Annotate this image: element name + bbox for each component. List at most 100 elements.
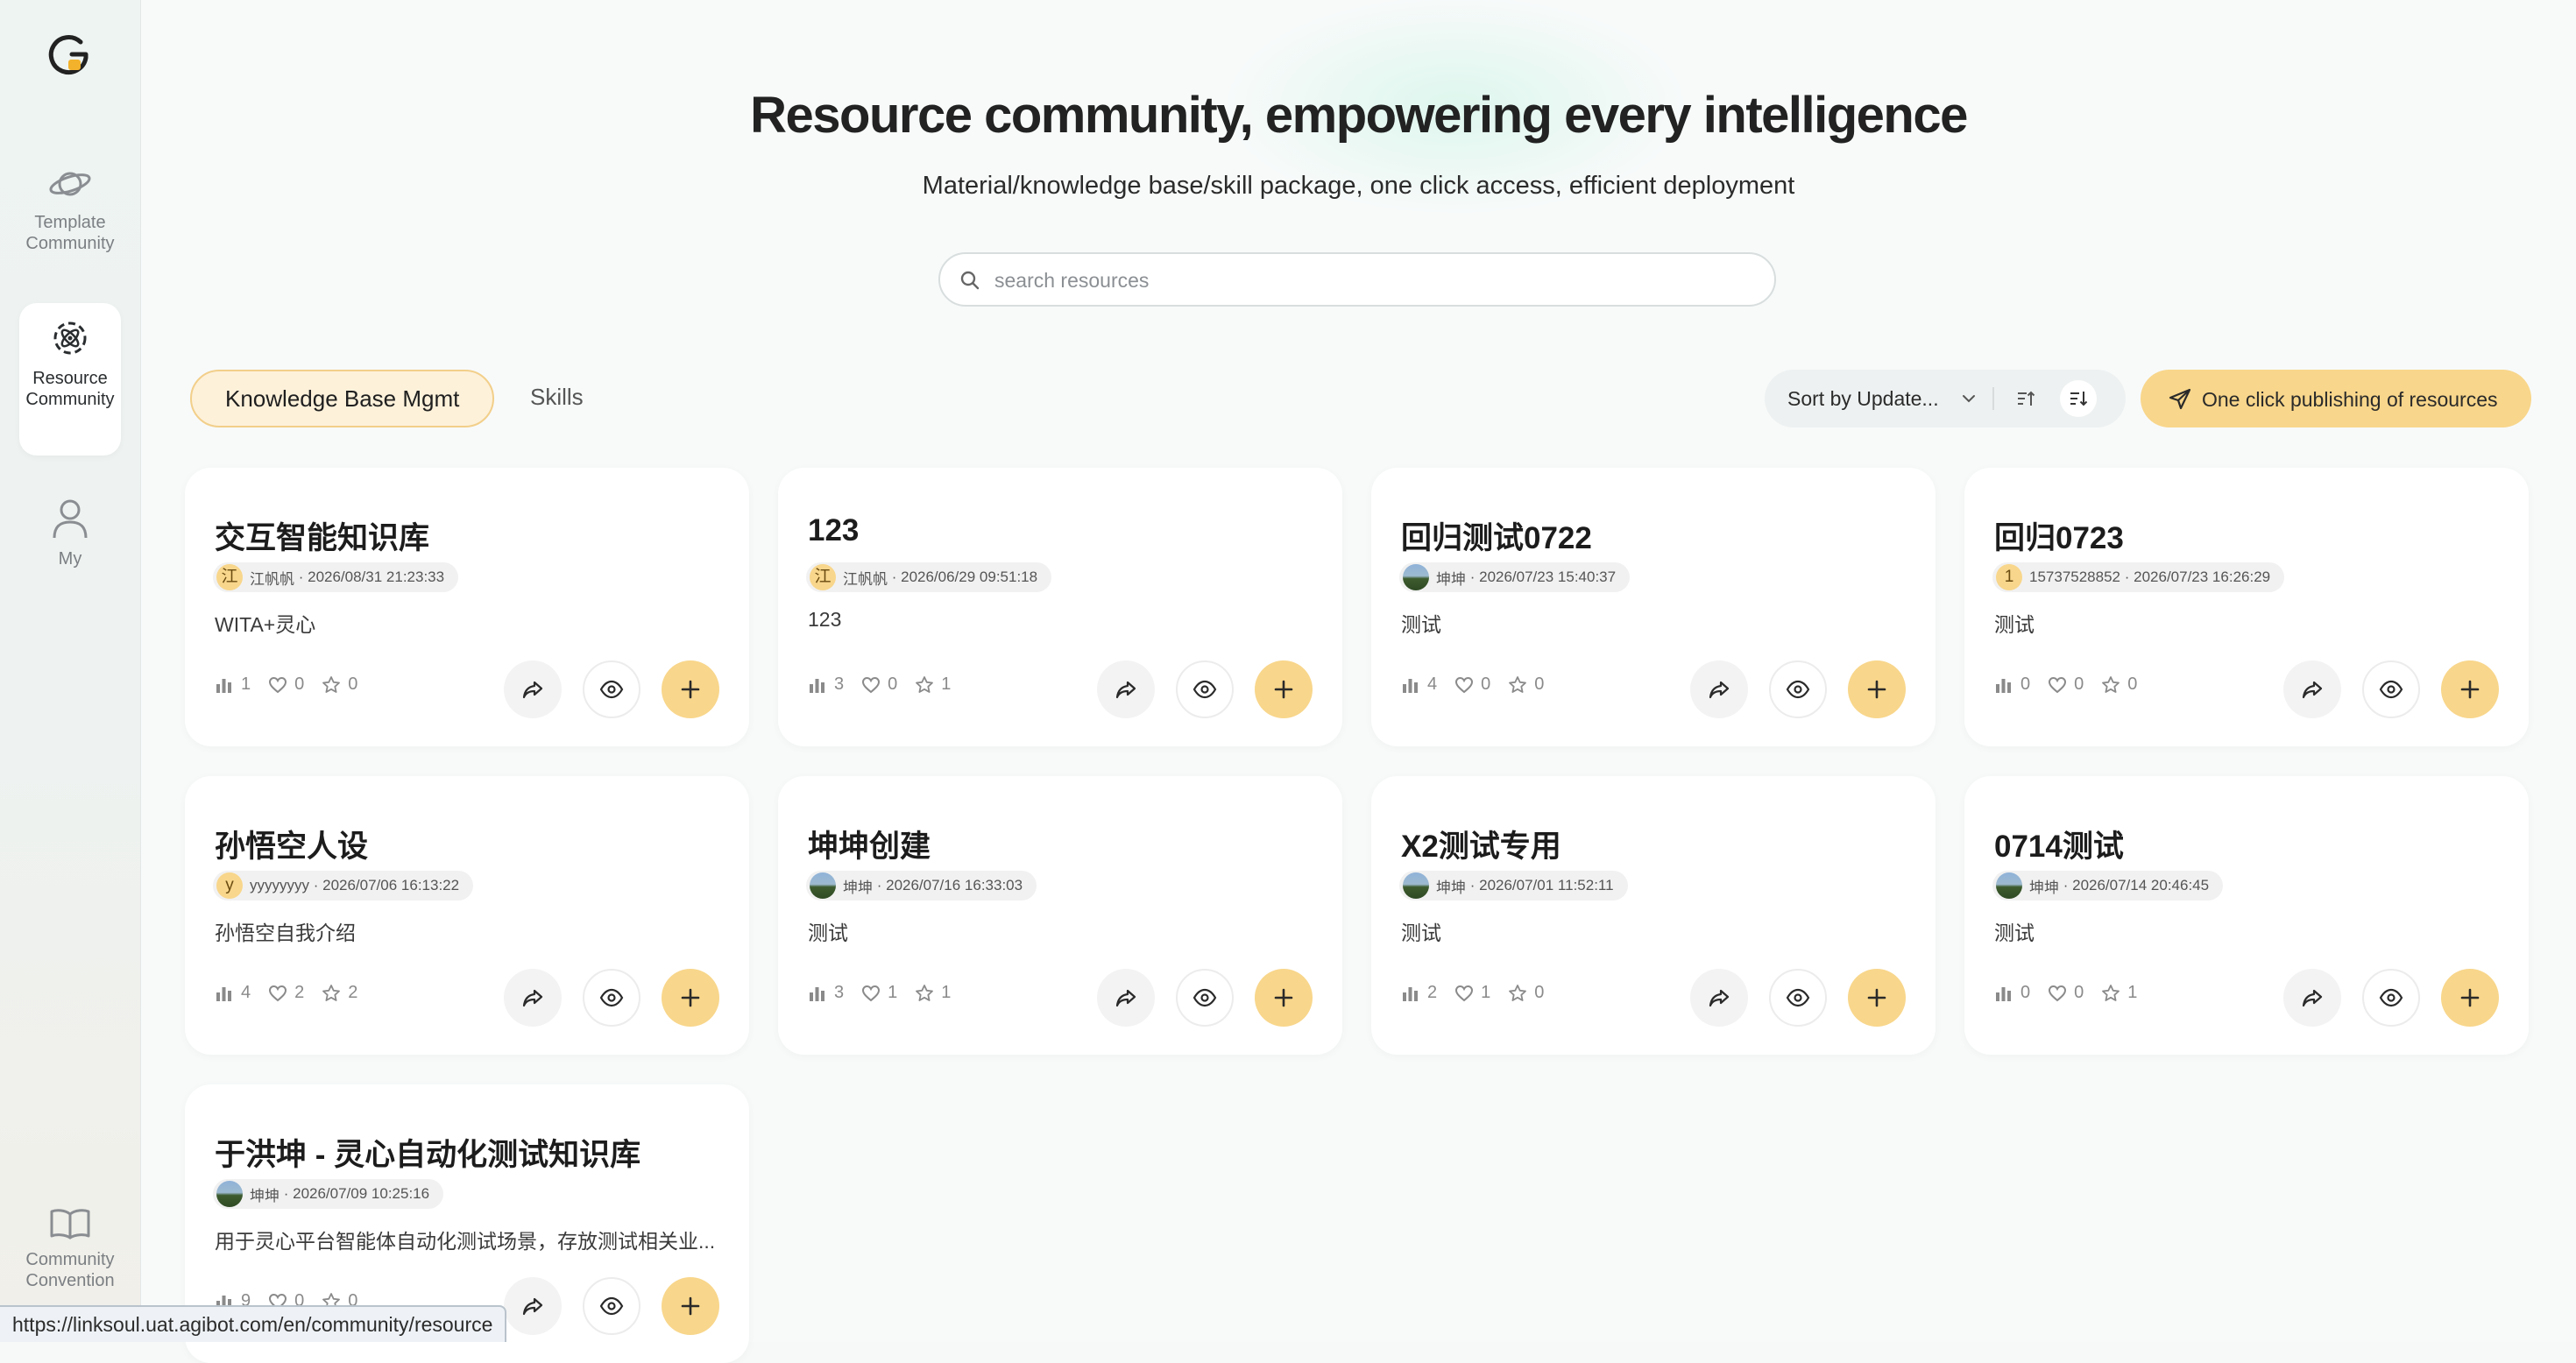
sort-ascending-button[interactable] bbox=[2007, 380, 2044, 417]
send-icon bbox=[2169, 388, 2191, 410]
meta-separator: · bbox=[2059, 877, 2073, 893]
add-button[interactable] bbox=[1848, 660, 1906, 718]
preview-button[interactable] bbox=[583, 969, 640, 1027]
preview-button[interactable] bbox=[583, 660, 640, 718]
meta-separator: · bbox=[1466, 877, 1480, 893]
bar-chart-icon bbox=[216, 678, 231, 693]
resource-card[interactable]: X2测试专用 坤坤 · 2026/07/01 11:52:11 测试 2 1 0 bbox=[1371, 776, 1936, 1055]
view-count: 3 bbox=[808, 674, 844, 695]
heart-icon bbox=[2049, 985, 2067, 1001]
resource-card[interactable]: 0714测试 坤坤 · 2026/07/14 20:46:45 测试 0 0 1 bbox=[1964, 776, 2529, 1055]
card-description: 测试 bbox=[1401, 922, 1441, 944]
page-title: Resource community, empowering every int… bbox=[750, 87, 1968, 144]
eye-icon bbox=[599, 988, 624, 1007]
card-title: 回归0723 bbox=[1994, 521, 2124, 555]
avatar: 江 bbox=[216, 564, 243, 590]
resource-card[interactable]: 孙悟空人设 y yyyyyyyy · 2026/07/06 16:13:22 孙悟空自… bbox=[185, 776, 749, 1055]
sort-dropdown[interactable]: Sort by Update... bbox=[1787, 387, 1939, 411]
add-button[interactable] bbox=[1848, 969, 1906, 1027]
meta-separator: · bbox=[280, 1185, 294, 1202]
add-button[interactable] bbox=[662, 969, 719, 1027]
share-button[interactable] bbox=[504, 969, 562, 1027]
updated-date: 2026/07/01 11:52:11 bbox=[1479, 877, 1614, 893]
share-button[interactable] bbox=[1690, 969, 1748, 1027]
heart-icon bbox=[1455, 985, 1474, 1001]
card-stats: 4 0 0 bbox=[1401, 674, 1561, 695]
bar-chart-icon bbox=[1996, 678, 2011, 693]
add-button[interactable] bbox=[1255, 660, 1313, 718]
author-name: 坤坤 bbox=[1436, 879, 1466, 896]
preview-button[interactable] bbox=[1769, 969, 1827, 1027]
search-bar[interactable] bbox=[938, 252, 1776, 307]
plus-icon bbox=[1867, 988, 1886, 1007]
view-count: 0 bbox=[1994, 983, 2030, 1003]
card-stats: 3 0 1 bbox=[808, 674, 968, 695]
preview-button[interactable] bbox=[1769, 660, 1827, 718]
resource-card[interactable]: 回归测试0722 坤坤 · 2026/07/23 15:40:37 测试 4 0 0 bbox=[1371, 468, 1936, 746]
preview-button[interactable] bbox=[2362, 660, 2420, 718]
sidebar-item-resource-community[interactable]: Resource Community bbox=[19, 303, 121, 456]
card-meta: y yyyyyyyy · 2026/07/06 16:13:22 bbox=[213, 871, 474, 900]
view-count: 4 bbox=[215, 983, 251, 1003]
card-meta: 1 15737528852 · 2026/07/23 16:26:29 bbox=[1992, 562, 2285, 592]
share-button[interactable] bbox=[1097, 969, 1155, 1027]
bar-chart-icon bbox=[810, 986, 824, 1001]
add-button[interactable] bbox=[662, 660, 719, 718]
share-button[interactable] bbox=[504, 1277, 562, 1335]
resource-card[interactable]: 回归0723 1 15737528852 · 2026/07/23 16:26:29… bbox=[1964, 468, 2529, 746]
like-count-value: 0 bbox=[294, 674, 305, 694]
tab-skills[interactable]: Skills bbox=[497, 370, 617, 427]
author-name: 坤坤 bbox=[843, 879, 873, 896]
card-stats: 2 1 0 bbox=[1401, 983, 1561, 1003]
bar-chart-icon bbox=[1403, 678, 1418, 693]
logo-icon bbox=[48, 35, 88, 75]
view-count-value: 3 bbox=[834, 983, 845, 1002]
view-count-value: 4 bbox=[1427, 674, 1438, 694]
sort-descending-button[interactable] bbox=[2060, 380, 2097, 417]
chevron-down-icon[interactable] bbox=[1959, 389, 1978, 408]
sidebar-item-community-convention[interactable]: Community Convention bbox=[19, 1193, 121, 1321]
avatar bbox=[1403, 872, 1429, 899]
like-count-value: 0 bbox=[2074, 983, 2084, 1002]
add-button[interactable] bbox=[2441, 660, 2499, 718]
share-button[interactable] bbox=[2283, 969, 2341, 1027]
share-button[interactable] bbox=[504, 660, 562, 718]
share-button[interactable] bbox=[1690, 660, 1748, 718]
share-button[interactable] bbox=[2283, 660, 2341, 718]
resource-card[interactable]: 交互智能知识库江江帆帆 · 2026/08/31 21:23:33 WITA+灵心… bbox=[185, 468, 749, 746]
preview-button[interactable] bbox=[583, 1277, 640, 1335]
preview-button[interactable] bbox=[1176, 660, 1234, 718]
search-icon bbox=[960, 271, 980, 290]
main-content: Resource community, empowering every int… bbox=[141, 0, 2576, 1363]
publish-resource-button[interactable]: One click publishing of resources bbox=[2141, 370, 2531, 427]
like-count: 1 bbox=[1454, 983, 1490, 1003]
resource-card[interactable]: 123 江江帆帆 · 2026/06/29 09:51:18 123 3 0 1 bbox=[778, 468, 1342, 746]
divider bbox=[1992, 387, 1994, 410]
resource-card[interactable]: 坤坤创建 坤坤 · 2026/07/16 16:33:03 测试 3 1 1 bbox=[778, 776, 1342, 1055]
preview-button[interactable] bbox=[1176, 969, 1234, 1027]
sidebar-item-my[interactable]: My bbox=[19, 484, 121, 603]
author-name: 江帆帆 bbox=[843, 570, 888, 588]
star-icon bbox=[1509, 675, 1527, 693]
star-icon bbox=[916, 675, 934, 693]
like-count-value: 1 bbox=[1481, 983, 1491, 1002]
add-button[interactable] bbox=[2441, 969, 2499, 1027]
tab-knowledge-base-mgmt[interactable]: Knowledge Base Mgmt bbox=[190, 370, 495, 427]
star-count-value: 0 bbox=[1534, 983, 1545, 1002]
share-button[interactable] bbox=[1097, 660, 1155, 718]
sidebar-item-template-community[interactable]: Template Community bbox=[19, 151, 121, 287]
star-icon bbox=[2102, 984, 2120, 1001]
star-count: 1 bbox=[2101, 983, 2137, 1003]
like-count: 0 bbox=[2048, 674, 2084, 695]
card-title: 交互智能知识库 bbox=[215, 521, 430, 555]
like-count-value: 1 bbox=[888, 983, 898, 1002]
updated-date: 2026/06/29 09:51:18 bbox=[901, 569, 1038, 585]
preview-button[interactable] bbox=[2362, 969, 2420, 1027]
sidebar-item-label: Template bbox=[34, 213, 106, 232]
star-icon bbox=[322, 675, 341, 693]
app-logo[interactable] bbox=[46, 32, 95, 81]
search-input[interactable] bbox=[993, 263, 1750, 298]
plus-icon bbox=[1274, 988, 1293, 1007]
add-button[interactable] bbox=[1255, 969, 1313, 1027]
add-button[interactable] bbox=[662, 1277, 719, 1335]
